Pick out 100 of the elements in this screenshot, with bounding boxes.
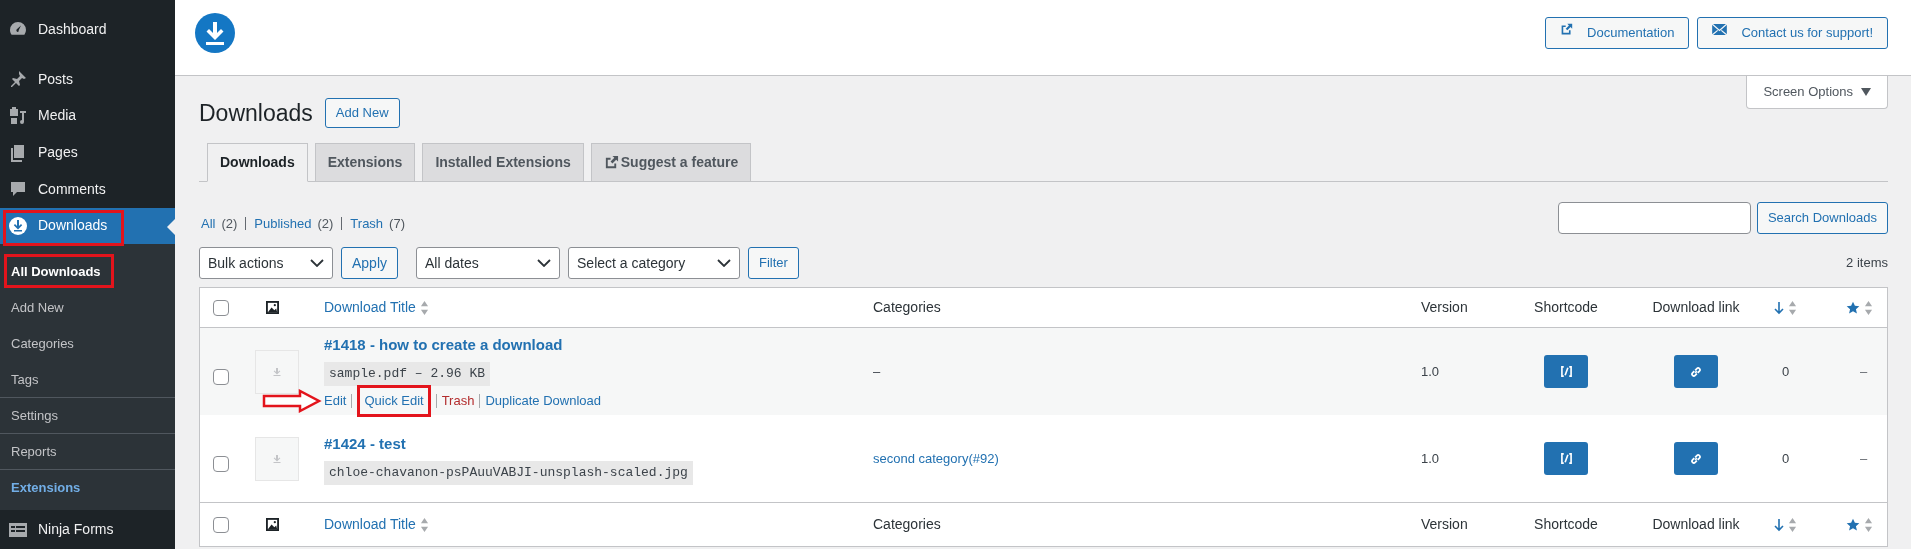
- add-new-button[interactable]: Add New: [324, 98, 400, 128]
- download-title-link[interactable]: #1424 - test: [324, 432, 406, 455]
- star-icon[interactable]: [1846, 300, 1860, 315]
- submenu-item[interactable]: Reports: [0, 433, 175, 470]
- sidebar-item[interactable]: Pages: [0, 134, 175, 171]
- row-action-link[interactable]: Quick Edit: [364, 390, 424, 411]
- table-cell: 0: [1782, 363, 1790, 379]
- submenu-item[interactable]: Tags: [0, 361, 175, 398]
- external-link-icon: [1560, 23, 1574, 36]
- shortcode-button[interactable]: [1544, 442, 1588, 475]
- column-header: Download link: [1652, 515, 1740, 534]
- sidebar-item[interactable]: Downloads: [0, 207, 175, 245]
- filter-link[interactable]: Trash: [350, 213, 384, 233]
- checkbox[interactable]: [213, 368, 229, 385]
- pin-icon: [8, 69, 28, 90]
- items-count: 2 items: [1846, 254, 1888, 273]
- column-header: Download link: [1652, 298, 1740, 317]
- table-cell: –: [873, 363, 881, 379]
- down-arrow-icon[interactable]: [1774, 517, 1784, 532]
- row-action-link[interactable]: Duplicate Download: [485, 390, 602, 411]
- chevron-icon: [537, 259, 552, 267]
- down-arrow-icon[interactable]: [1774, 300, 1784, 315]
- submenu-item[interactable]: All Downloads: [0, 253, 175, 290]
- column-header[interactable]: Download Title: [324, 297, 416, 318]
- screen-options-button[interactable]: Screen Options: [1746, 76, 1888, 109]
- sort-icon: [419, 516, 429, 533]
- tab[interactable]: Downloads: [207, 143, 308, 182]
- filter-button[interactable]: Filter: [748, 247, 799, 279]
- table-cell: 1.0: [1421, 363, 1440, 379]
- table-cell: 1.0: [1421, 450, 1440, 466]
- download-title-link[interactable]: #1418 - how to create a download: [324, 333, 563, 356]
- table-cell: 0: [1782, 450, 1790, 466]
- header-button[interactable]: Documentation: [1545, 16, 1690, 49]
- envelope-icon: [1712, 24, 1728, 35]
- submenu-item[interactable]: Settings: [0, 397, 175, 434]
- current-pointer-icon: [167, 218, 175, 235]
- sort-icon: [419, 299, 429, 316]
- star-icon[interactable]: [1846, 517, 1860, 532]
- filter-link[interactable]: Published: [254, 213, 312, 233]
- download-icon: [8, 215, 28, 236]
- submenu-item[interactable]: Categories: [0, 325, 175, 362]
- search-field[interactable]: [1557, 202, 1751, 234]
- sort-icon: [1788, 516, 1797, 533]
- sidebar-item[interactable]: Dashboard: [0, 11, 175, 48]
- item-count: (7): [389, 214, 405, 233]
- dropdown[interactable]: Bulk actions: [199, 247, 333, 279]
- code-brackets-icon: [1559, 453, 1573, 464]
- category-link[interactable]: second category(#92): [873, 450, 999, 466]
- tab[interactable]: Suggest a feature: [590, 143, 752, 182]
- thumbnail-placeholder-icon: [255, 349, 299, 394]
- submenu-item[interactable]: Extensions: [0, 469, 175, 506]
- sort-icon: [1864, 299, 1873, 316]
- image-icon: [266, 518, 279, 531]
- tab[interactable]: Extensions: [314, 143, 416, 182]
- column-header: Version: [1421, 298, 1468, 317]
- row-action-link[interactable]: Trash: [441, 390, 475, 411]
- link-icon: [1690, 365, 1702, 378]
- chevron-icon: [717, 259, 732, 267]
- column-header: Categories: [873, 298, 941, 317]
- sidebar-item[interactable]: Posts: [0, 60, 175, 98]
- sort-icon: [1788, 299, 1797, 316]
- column-header: Shortcode: [1534, 298, 1598, 317]
- checkbox[interactable]: [213, 455, 229, 472]
- table-cell: –: [1860, 363, 1868, 379]
- sidebar-item[interactable]: Media: [0, 97, 175, 135]
- sidebar-item[interactable]: Comments: [0, 170, 175, 208]
- file-name: sample.pdf – 2.96 KB: [324, 362, 491, 386]
- checkbox[interactable]: [213, 516, 229, 533]
- external-link-icon: [603, 155, 619, 170]
- header-button[interactable]: Contact us for support!: [1697, 16, 1888, 49]
- link-icon: [1690, 452, 1702, 465]
- caret-icon: [1861, 88, 1871, 96]
- image-icon: [266, 301, 279, 314]
- search-button[interactable]: Search Downloads: [1756, 202, 1888, 234]
- sort-icon: [1864, 516, 1873, 533]
- page-title: Downloads: [199, 98, 313, 128]
- column-header[interactable]: Download Title: [324, 514, 416, 535]
- column-header: Categories: [873, 515, 941, 534]
- media-icon: [8, 105, 28, 126]
- dropdown[interactable]: All dates: [416, 247, 561, 279]
- filter-button[interactable]: Apply: [341, 247, 399, 279]
- column-header: Version: [1421, 515, 1468, 534]
- download-link-button[interactable]: [1674, 355, 1718, 388]
- code-brackets-icon: [1559, 366, 1573, 377]
- item-count: (2): [221, 214, 238, 233]
- row-action-link[interactable]: Edit: [324, 390, 347, 411]
- dropdown[interactable]: Select a category: [568, 247, 741, 279]
- download-logo-icon: [195, 12, 235, 53]
- checkbox[interactable]: [213, 299, 229, 316]
- table-cell: –: [1860, 450, 1868, 466]
- download-link-button[interactable]: [1674, 442, 1718, 475]
- filter-link[interactable]: All: [201, 213, 216, 233]
- file-name: chloe-chavanon-psPAuuVABJI-unsplash-scaled.jpg: [324, 461, 693, 485]
- shortcode-button[interactable]: [1544, 355, 1588, 388]
- item-count: (2): [317, 214, 334, 233]
- submenu-item[interactable]: Add New: [0, 289, 175, 326]
- column-header: Shortcode: [1534, 515, 1598, 534]
- chevron-icon: [310, 259, 324, 267]
- thumbnail-placeholder-icon: [255, 436, 299, 481]
- tab[interactable]: Installed Extensions: [422, 143, 584, 182]
